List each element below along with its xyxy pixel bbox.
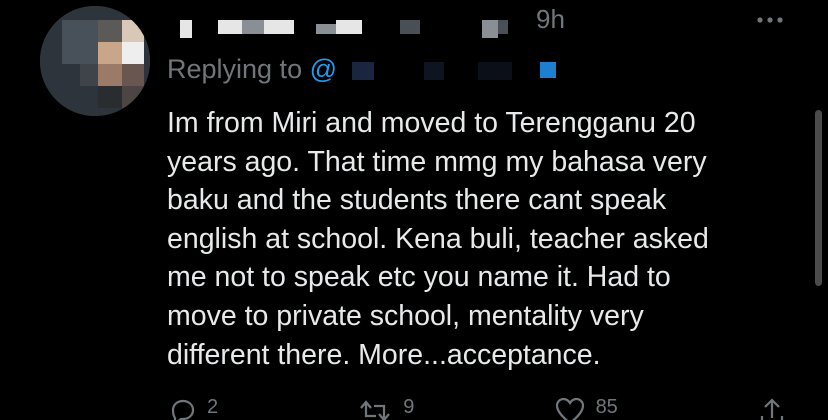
redacted-name-block — [264, 20, 294, 34]
retweet-button[interactable]: 9 — [357, 396, 414, 420]
redacted-name-block — [242, 20, 264, 34]
replying-to-line: Replying to @ — [167, 52, 337, 86]
redacted-name-block — [498, 20, 508, 34]
redacted-name-block — [482, 20, 498, 38]
redacted-handle-block — [540, 62, 556, 78]
scrollbar[interactable] — [815, 110, 822, 286]
timestamp[interactable]: 9h — [536, 4, 565, 34]
redacted-name-block — [316, 24, 336, 34]
like-button[interactable]: 85 — [554, 396, 618, 420]
reply-button[interactable]: 2 — [167, 396, 218, 420]
tweet-body-text: Im from Miri and moved to Terengganu 20 … — [167, 107, 709, 371]
replying-to-label: Replying to — [167, 54, 303, 84]
reply-bubble-icon — [167, 396, 197, 420]
heart-icon — [554, 396, 586, 420]
retweet-count: 9 — [403, 396, 415, 418]
action-bar: 2 9 85 — [167, 396, 787, 420]
redacted-handle-block — [478, 62, 512, 80]
tweet-reply[interactable]: 9h Replying to @ Im from Miri and moved … — [0, 0, 828, 420]
share-icon — [757, 396, 787, 420]
redacted-name-block — [218, 20, 242, 34]
more-horizontal-icon[interactable] — [756, 8, 784, 28]
redacted-handle-block — [424, 62, 444, 80]
redacted-name-block — [400, 20, 420, 34]
reply-count: 2 — [207, 396, 219, 418]
like-count: 85 — [595, 396, 618, 418]
avatar[interactable] — [40, 6, 150, 116]
retweet-icon — [357, 396, 393, 420]
redacted-handle-block — [352, 62, 374, 80]
redacted-name-block — [336, 20, 362, 34]
replying-to-handle[interactable]: @ — [310, 54, 337, 84]
redacted-name-block — [180, 20, 192, 38]
share-button[interactable] — [757, 396, 787, 420]
